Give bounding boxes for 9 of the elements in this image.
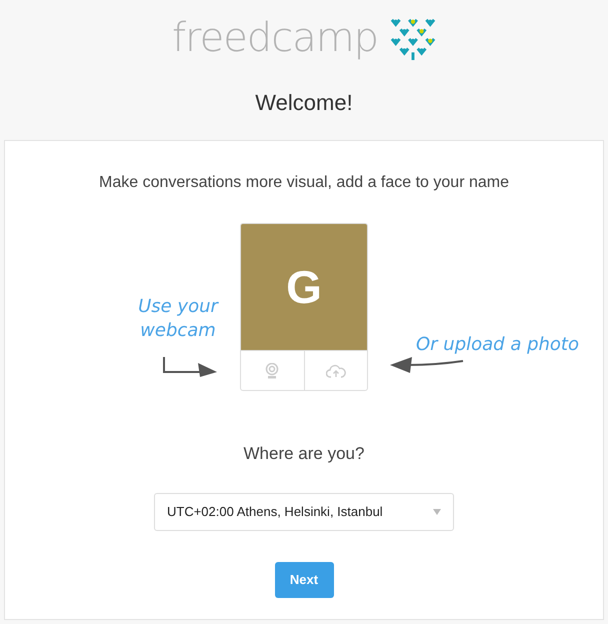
logo-text: freedcamp — [172, 18, 378, 58]
avatar-initial: G — [286, 260, 322, 314]
location-question: Where are you? — [244, 443, 364, 465]
welcome-heading: Welcome! — [255, 89, 353, 117]
tagline: Make conversations more visual, add a face to your name — [99, 173, 509, 193]
timezone-select[interactable]: UTC+02:00 Athens, Helsinki, Istanbul — [154, 492, 454, 530]
webcam-hint: Use your webcam — [137, 295, 220, 343]
timezone-value: UTC+02:00 Athens, Helsinki, Istanbul — [167, 502, 383, 521]
upload-hint: Or upload a photo — [416, 333, 579, 357]
